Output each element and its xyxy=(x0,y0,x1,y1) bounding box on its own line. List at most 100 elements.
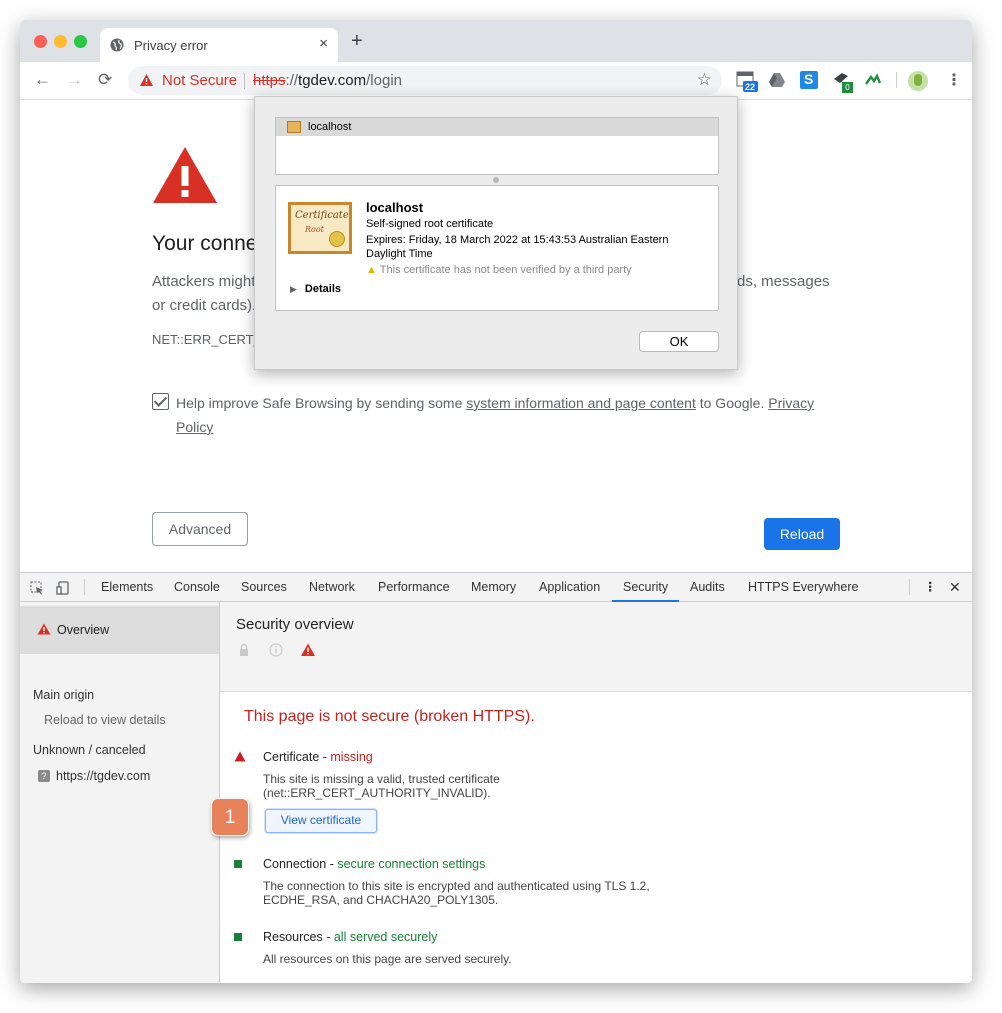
disclosure-triangle-icon: ▶ xyxy=(290,284,297,294)
certificate-dialog: localhost Certificate Root localhost Sel… xyxy=(254,96,738,370)
browser-window: Privacy error × + ← → ⟳ Not Secure https… xyxy=(20,20,972,983)
security-sidebar: Overview Main origin Reload to view deta… xyxy=(20,602,220,983)
connection-label-text: Connection - xyxy=(263,857,338,871)
tab-audits[interactable]: Audits xyxy=(690,573,725,602)
extension-calendar-icon[interactable]: 22 xyxy=(736,71,758,92)
resources-status: all served securely xyxy=(333,930,438,944)
zoom-window-button[interactable] xyxy=(74,35,87,48)
sidebar-item-overview[interactable]: Overview xyxy=(20,606,219,654)
explanation-right: rds, messages xyxy=(732,273,830,290)
overview-header: Security overview xyxy=(220,602,972,692)
device-toolbar-icon[interactable] xyxy=(56,581,70,595)
certificate-small-icon xyxy=(287,121,301,133)
url-host: tgdev.com xyxy=(298,72,367,89)
page-heading: Your conne xyxy=(152,232,258,255)
connection-secure-icon xyxy=(234,860,242,868)
explanation-line2: or credit cards). xyxy=(152,297,257,314)
minimize-window-button[interactable] xyxy=(54,35,67,48)
tab-memory[interactable]: Memory xyxy=(471,573,516,602)
certificate-expiry-2: Daylight Time xyxy=(366,248,433,260)
certificate-status: missing xyxy=(330,750,373,764)
certificate-label-text: Certificate - xyxy=(263,750,331,764)
certificate-icon-text: Certificate xyxy=(295,210,349,221)
not-secure-label[interactable]: Not Secure xyxy=(162,72,237,89)
certificate-name: localhost xyxy=(366,200,424,215)
unknown-origin-icon: ? xyxy=(38,770,50,782)
reload-button[interactable]: Reload xyxy=(764,518,840,550)
overview-title: Security overview xyxy=(236,616,354,633)
safe-browsing-pre: Help improve Safe Browsing by sending so… xyxy=(176,395,467,411)
tab-elements[interactable]: Elements xyxy=(101,573,153,602)
ok-button[interactable]: OK xyxy=(639,331,719,352)
tab-strip: Privacy error × + xyxy=(20,20,972,62)
tab-application[interactable]: Application xyxy=(539,573,600,602)
tab-https-everywhere[interactable]: HTTPS Everywhere xyxy=(748,573,858,602)
extension-s-icon[interactable]: S xyxy=(800,71,818,89)
sidebar-reload-details[interactable]: Reload to view details xyxy=(44,713,166,727)
certificate-label: Certificate - missing xyxy=(263,750,373,764)
extension-wave-icon[interactable] xyxy=(864,71,882,89)
advanced-button[interactable]: Advanced xyxy=(152,512,248,546)
close-window-button[interactable] xyxy=(34,35,47,48)
system-info-link[interactable]: system information and page content xyxy=(466,395,696,411)
devtools-menu-icon[interactable]: ⋮ xyxy=(924,573,937,602)
connection-status: secure connection settings xyxy=(337,857,486,871)
safe-browsing-text: Help improve Safe Browsing by sending so… xyxy=(176,391,836,439)
certificate-warning: ▲ This certificate has not been verified… xyxy=(366,264,632,276)
connection-desc-1: The connection to this site is encrypted… xyxy=(263,879,650,893)
tab-sources[interactable]: Sources xyxy=(241,573,287,602)
tab-console[interactable]: Console xyxy=(174,573,220,602)
small-warning-icon: ▲ xyxy=(366,264,377,276)
tab-performance[interactable]: Performance xyxy=(378,573,450,602)
splitter-handle[interactable] xyxy=(493,177,499,183)
bookmark-star-icon[interactable]: ☆ xyxy=(697,70,712,90)
devtools-close-icon[interactable]: ✕ xyxy=(949,573,961,602)
new-tab-button[interactable]: + xyxy=(351,31,363,51)
tab-privacy-error[interactable]: Privacy error × xyxy=(100,28,338,62)
certificate-icon-subtext: Root xyxy=(305,225,324,234)
refresh-button[interactable]: ⟳ xyxy=(98,70,112,90)
certificate-chain-list: localhost xyxy=(275,117,719,175)
profile-avatar[interactable] xyxy=(908,71,928,91)
url-path: /login xyxy=(366,72,402,89)
warning-icon xyxy=(37,623,51,635)
sidebar-item-origin[interactable]: https://tgdev.com xyxy=(56,769,150,783)
omnibox-divider xyxy=(244,73,245,89)
certificate-type: Self-signed root certificate xyxy=(366,218,494,230)
error-code: NET::ERR_CERT_ xyxy=(152,332,261,347)
tab-close-icon[interactable]: × xyxy=(319,35,328,52)
certificate-desc-1: This site is missing a valid, trusted ce… xyxy=(263,772,500,786)
url-text[interactable]: https://tgdev.com/login xyxy=(253,72,402,89)
security-state-icons xyxy=(240,643,315,657)
address-bar[interactable]: Not Secure https://tgdev.com/login ☆ xyxy=(128,66,722,95)
certificate-detail: Certificate Root localhost Self-signed r… xyxy=(275,185,719,311)
devtools-divider-right xyxy=(909,579,910,595)
details-disclosure[interactable]: ▶ Details xyxy=(290,283,341,295)
certificate-expiry-1: Expires: Friday, 18 March 2022 at 15:43:… xyxy=(366,234,669,246)
warning-icon[interactable] xyxy=(139,73,154,87)
certificate-warning-icon xyxy=(234,751,246,762)
drive-icon[interactable] xyxy=(768,71,786,89)
resources-secure-icon xyxy=(234,933,242,941)
inspect-element-icon[interactable] xyxy=(30,581,44,595)
resources-desc: All resources on this page are served se… xyxy=(263,952,512,966)
details-label: Details xyxy=(304,283,341,295)
safe-browsing-checkbox[interactable] xyxy=(152,393,169,410)
certificate-desc-2: (net::ERR_CERT_AUTHORITY_INVALID). xyxy=(263,786,491,800)
browser-menu-icon[interactable]: ⋮ xyxy=(946,70,962,90)
back-button[interactable]: ← xyxy=(34,70,51,90)
forward-button[interactable]: → xyxy=(66,70,83,90)
sidebar-unknown-canceled: Unknown / canceled xyxy=(33,743,146,757)
url-separator: :// xyxy=(285,72,299,89)
devtools-panel: Overview Main origin Reload to view deta… xyxy=(20,602,972,983)
security-summary: This page is not secure (broken HTTPS). xyxy=(244,708,535,725)
tab-network[interactable]: Network xyxy=(309,573,355,602)
red-warning-icon xyxy=(153,147,217,203)
extension-shield-icon[interactable]: 0 xyxy=(832,71,853,93)
safe-browsing-mid: to Google. xyxy=(695,395,769,411)
certificate-chain-item[interactable]: localhost xyxy=(276,118,718,136)
view-certificate-button[interactable]: View certificate xyxy=(265,809,377,833)
tab-security[interactable]: Security xyxy=(612,573,680,602)
connection-desc-2: ECDHE_RSA, and CHACHA20_POLY1305. xyxy=(263,893,499,907)
browser-toolbar: ← → ⟳ Not Secure https://tgdev.com/login… xyxy=(20,62,972,100)
